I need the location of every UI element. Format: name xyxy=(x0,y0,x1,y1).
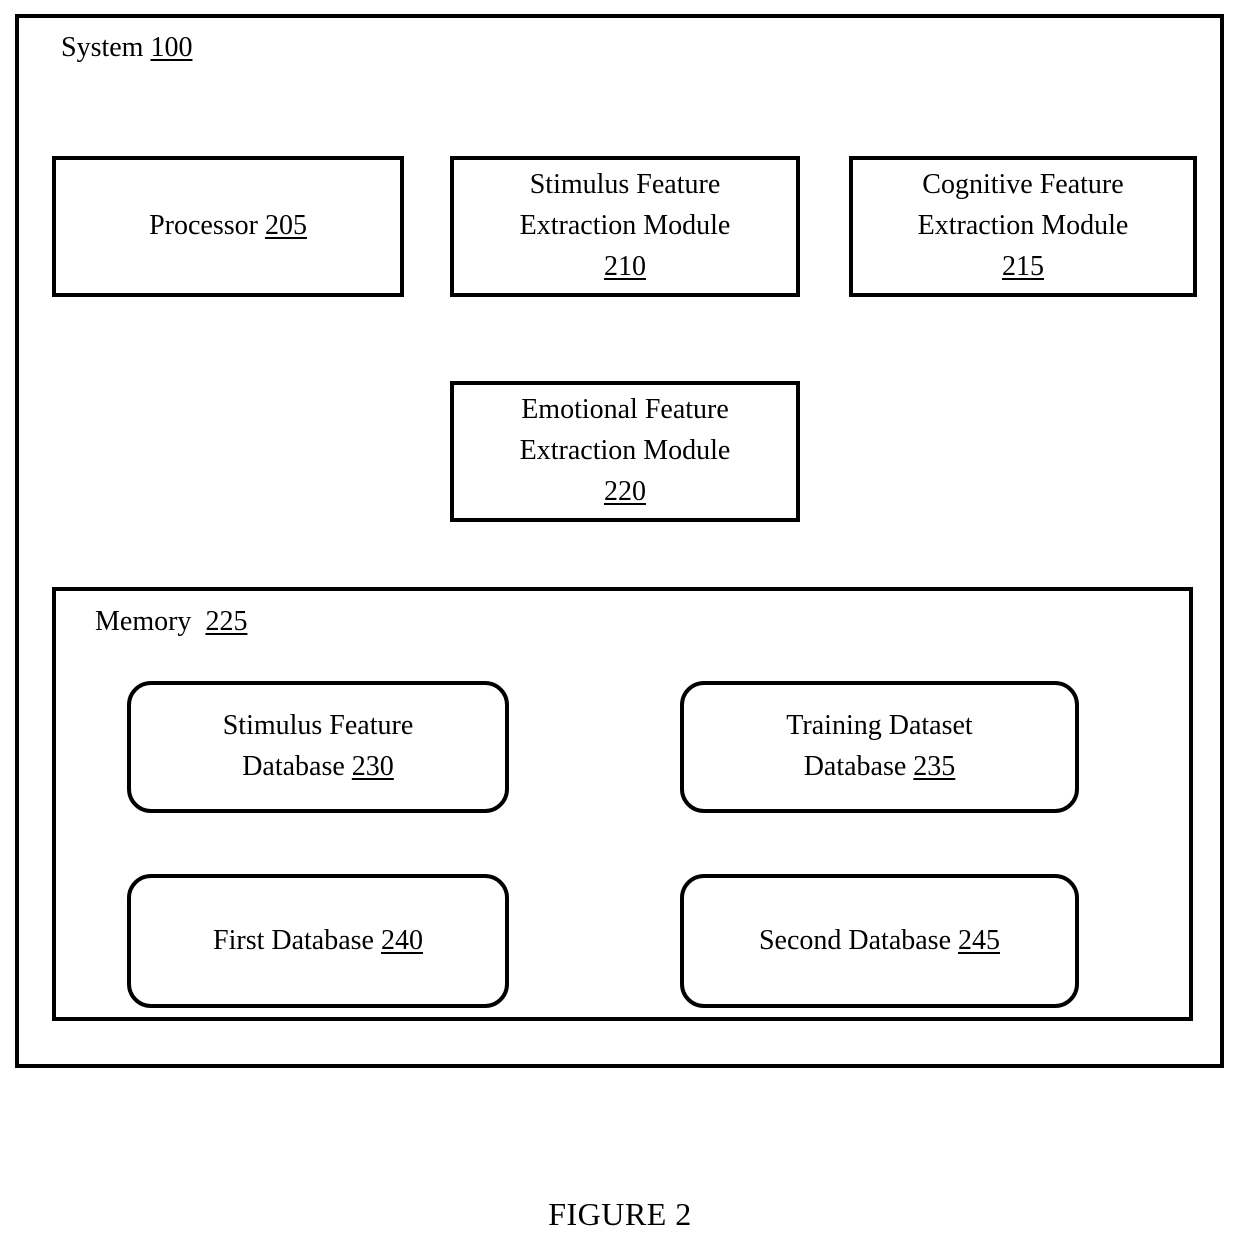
emotional-feature-extraction-module-box: Emotional Feature Extraction Module 220 xyxy=(450,381,800,522)
processor-module-text: Processor 205 xyxy=(149,206,307,247)
processor-reference-numeral: 205 xyxy=(264,210,307,242)
first-database-reference-numeral: 240 xyxy=(380,924,423,956)
second-database-reference-numeral: 245 xyxy=(958,924,1001,956)
second-database-box: Second Database 245 xyxy=(680,874,1079,1008)
figure-caption: FIGURE 2 xyxy=(548,1196,692,1232)
stimulus-feature-database-box: Stimulus Feature Database 230 xyxy=(127,681,509,813)
training-dataset-database-reference-numeral: 235 xyxy=(913,751,956,782)
first-database-text: First Database 240 xyxy=(213,921,423,962)
stimulus-feature-database-text: Stimulus Feature Database 230 xyxy=(223,706,414,788)
memory-label-text: Memory xyxy=(95,606,206,637)
emotional-feature-extraction-module-label: Emotional Feature Extraction Module xyxy=(519,394,731,467)
first-database-box: First Database 240 xyxy=(127,874,509,1008)
cognitive-feature-extraction-module-label: Cognitive Feature Extraction Module xyxy=(917,169,1129,242)
system-reference-numeral: 100 xyxy=(150,32,193,63)
emotional-feature-extraction-module-text: Emotional Feature Extraction Module 220 xyxy=(520,390,731,513)
memory-container: Memory 225 Stimulus Feature Database 230… xyxy=(52,587,1193,1021)
memory-label: Memory 225 xyxy=(95,608,247,636)
training-dataset-database-text: Training Dataset Database 235 xyxy=(786,706,972,788)
system-container: System 100 Processor 205 Stimulus Featur… xyxy=(15,14,1224,1068)
emotional-feature-extraction-module-reference-numeral: 220 xyxy=(603,475,646,507)
cognitive-feature-extraction-module-text: Cognitive Feature Extraction Module 215 xyxy=(918,165,1129,288)
first-database-label: First Database xyxy=(213,924,381,956)
processor-module-label: Processor xyxy=(149,210,265,242)
system-label: System 100 xyxy=(61,34,192,62)
training-dataset-database-box: Training Dataset Database 235 xyxy=(680,681,1079,813)
cognitive-feature-extraction-module-reference-numeral: 215 xyxy=(1001,250,1044,282)
stimulus-feature-extraction-module-label: Stimulus Feature Extraction Module xyxy=(519,169,731,242)
second-database-label: Second Database xyxy=(758,924,959,956)
memory-reference-numeral: 225 xyxy=(205,606,248,637)
system-label-text: System xyxy=(61,32,144,63)
processor-module-box: Processor 205 xyxy=(52,156,404,297)
stimulus-feature-database-reference-numeral: 230 xyxy=(351,751,394,782)
stimulus-feature-extraction-module-box: Stimulus Feature Extraction Module 210 xyxy=(450,156,800,297)
second-database-text: Second Database 245 xyxy=(759,921,1000,962)
stimulus-feature-extraction-module-text: Stimulus Feature Extraction Module 210 xyxy=(520,165,731,288)
cognitive-feature-extraction-module-box: Cognitive Feature Extraction Module 215 xyxy=(849,156,1197,297)
figure-canvas: System 100 Processor 205 Stimulus Featur… xyxy=(0,0,1240,1254)
stimulus-feature-extraction-module-reference-numeral: 210 xyxy=(603,250,646,282)
